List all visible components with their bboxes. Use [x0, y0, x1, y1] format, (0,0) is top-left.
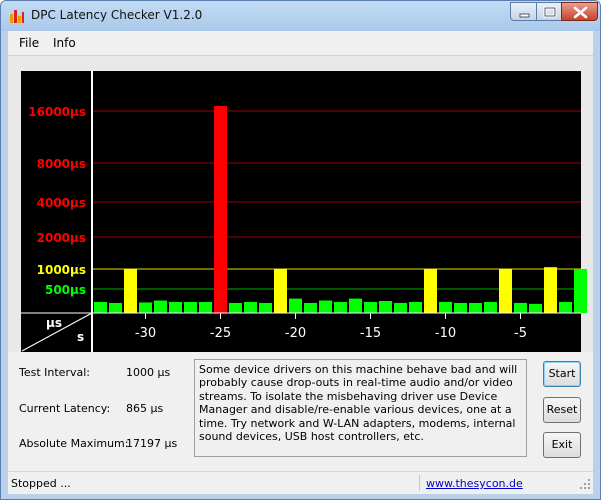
latency-bar	[559, 301, 572, 313]
x-tick-label: -20	[285, 326, 306, 341]
latency-bar	[274, 269, 287, 313]
absolute-maximum-label: Absolute Maximum:	[19, 437, 129, 450]
test-interval-label: Test Interval:	[19, 366, 90, 379]
latency-bar	[514, 302, 527, 313]
absolute-maximum-value: 17197 µs	[126, 437, 178, 450]
close-icon	[573, 6, 588, 19]
bar-chart-icon	[10, 10, 24, 23]
current-latency-value: 865 µs	[126, 402, 164, 415]
latency-bar	[124, 269, 137, 313]
status-separator	[419, 475, 420, 491]
x-tick-label: -25	[210, 326, 231, 341]
menu-bar: File Info	[8, 31, 593, 55]
latency-bar	[214, 106, 227, 313]
latency-bar	[334, 301, 347, 313]
x-tick-label: -10	[435, 326, 456, 341]
close-button[interactable]	[561, 2, 598, 21]
latency-bar	[364, 301, 377, 313]
latency-chart: 16000µs 8000µs 4000µs 2000µs 1000µs 500µs -30…	[21, 71, 587, 352]
status-bar: Stopped ... www.thesycon.de	[8, 471, 593, 494]
latency-bar	[139, 302, 152, 313]
latency-bar	[409, 301, 422, 313]
latency-bar	[439, 301, 452, 313]
x-tick-label: -15	[360, 326, 381, 341]
y-unit-label: µs	[46, 316, 62, 330]
status-text: Stopped ...	[11, 477, 71, 490]
reset-button[interactable]: Reset	[543, 397, 581, 423]
y-tick-label: 2000µs	[37, 231, 86, 245]
latency-bar	[484, 301, 497, 313]
menu-file[interactable]: File	[19, 36, 39, 50]
latency-bar	[529, 303, 542, 313]
y-tick-label: 500µs	[45, 283, 86, 297]
x-unit-label: s	[77, 330, 84, 344]
latency-bar	[199, 301, 212, 313]
latency-bar	[424, 269, 437, 313]
start-button[interactable]: Start	[543, 361, 581, 387]
latency-bar	[229, 302, 242, 313]
latency-bar	[259, 302, 272, 313]
latency-bar	[319, 300, 332, 313]
latency-bar	[349, 298, 362, 313]
minimize-icon	[519, 13, 530, 18]
y-tick-label: 16000µs	[28, 105, 86, 119]
title-bar[interactable]: DPC Latency Checker V1.2.0	[1, 1, 600, 31]
latency-bar	[499, 269, 512, 313]
latency-bar	[244, 301, 257, 313]
latency-bar	[94, 301, 107, 313]
x-tick-label: -30	[135, 326, 156, 341]
client-area: File Info 16000µs 8000µs 4000µs 2000µs 1000µ…	[8, 31, 593, 494]
latency-bar	[469, 302, 482, 313]
latency-bar	[574, 269, 587, 313]
latency-bar	[169, 301, 182, 313]
latency-bar	[109, 302, 122, 313]
app-window: DPC Latency Checker V1.2.0 File Info 160…	[0, 0, 601, 500]
website-link[interactable]: www.thesycon.de	[426, 477, 523, 490]
menu-info[interactable]: Info	[53, 36, 76, 50]
maximize-button[interactable]	[536, 2, 562, 21]
current-latency-label: Current Latency:	[19, 402, 111, 415]
test-interval-value: 1000 µs	[126, 366, 171, 379]
latency-bar	[289, 298, 302, 313]
latency-chart-panel: 16000µs 8000µs 4000µs 2000µs 1000µs 500µs -30…	[8, 55, 593, 352]
y-tick-label: 1000µs	[37, 263, 86, 277]
latency-bar	[379, 301, 392, 313]
window-title: DPC Latency Checker V1.2.0	[31, 8, 203, 22]
description-text: Some device drivers on this machine beha…	[194, 359, 527, 457]
latency-bar	[454, 302, 467, 313]
latency-bar	[184, 301, 197, 313]
maximize-icon	[543, 6, 557, 18]
latency-bar	[544, 267, 557, 313]
x-tick-label: -5	[514, 326, 527, 341]
exit-button[interactable]: Exit	[543, 432, 581, 458]
resize-grip-icon[interactable]	[580, 479, 591, 490]
latency-bar	[154, 300, 167, 313]
latency-bar	[394, 302, 407, 313]
minimize-button[interactable]	[510, 2, 537, 21]
y-tick-label: 8000µs	[37, 157, 86, 171]
latency-bar	[304, 302, 317, 313]
y-tick-label: 4000µs	[37, 196, 86, 210]
